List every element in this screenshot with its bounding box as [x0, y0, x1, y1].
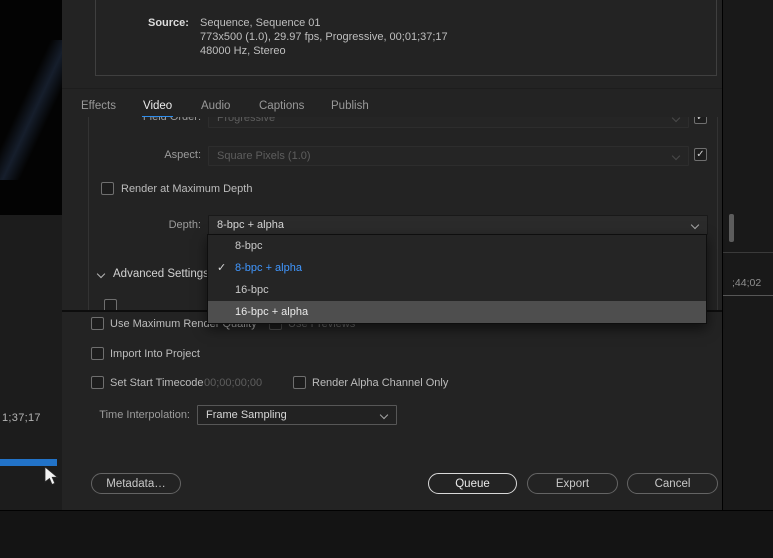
field-order-checkbox[interactable]: ✓	[694, 117, 707, 124]
ruler-timecode: ;44;02	[732, 277, 762, 289]
check-icon: ✓	[217, 262, 227, 274]
depth-dropdown[interactable]: 8-bpc + alpha	[208, 215, 708, 235]
time-interpolation-label: Time Interpolation:	[99, 409, 190, 421]
metadata-button[interactable]: Metadata…	[91, 473, 181, 494]
start-timecode-value: 00;00;00;00	[204, 377, 263, 389]
export-settings-dialog: Source: Sequence, Sequence 01 773x500 (1…	[62, 0, 722, 510]
timeline-scrollbar[interactable]	[0, 459, 57, 466]
import-into-project-label: Import Into Project	[110, 348, 200, 360]
time-interpolation-dropdown[interactable]: Frame Sampling	[197, 405, 397, 425]
tab-audio[interactable]: Audio	[200, 100, 231, 116]
export-button[interactable]: Export	[527, 473, 618, 494]
screen: 1;37;17 ;44;02 Source: Sequence, Sequenc…	[0, 0, 773, 558]
tabbar-divider	[62, 88, 722, 89]
timeline-timecode: 1;37;17	[2, 412, 41, 424]
field-order-dropdown: Progressive	[208, 117, 689, 128]
aspect-checkbox[interactable]: ✓	[694, 148, 707, 161]
depth-option-8bpc-alpha[interactable]: ✓ 8-bpc + alpha	[208, 257, 706, 279]
render-alpha-only-checkbox[interactable]	[293, 376, 306, 389]
field-order-label: Field Order:	[142, 117, 201, 123]
cancel-button[interactable]: Cancel	[627, 473, 718, 494]
depth-label: Depth:	[168, 219, 201, 231]
use-max-render-quality-checkbox[interactable]	[91, 317, 104, 330]
field-order-value: Progressive	[217, 117, 276, 124]
queue-button[interactable]: Queue	[428, 473, 517, 494]
check-icon: ✓	[696, 149, 705, 160]
time-interpolation-value: Frame Sampling	[206, 409, 287, 421]
timeline-bottom-strip	[0, 510, 773, 558]
depth-option-label: 16-bpc	[235, 284, 269, 296]
import-into-project-checkbox[interactable]	[91, 347, 104, 360]
timeline-right-edge: ;44;02	[722, 0, 773, 510]
chevron-down-icon	[379, 410, 389, 420]
depth-dropdown-value: 8-bpc + alpha	[217, 219, 284, 231]
program-monitor	[0, 0, 62, 215]
depth-option-8bpc[interactable]: 8-bpc	[208, 235, 706, 257]
aspect-dropdown: Square Pixels (1.0)	[208, 146, 689, 166]
render-max-depth-label: Render at Maximum Depth	[121, 183, 253, 195]
advanced-settings-header[interactable]: Advanced Settings	[113, 268, 209, 280]
aspect-value: Square Pixels (1.0)	[217, 150, 311, 162]
panel-divider	[723, 252, 773, 253]
tab-captions[interactable]: Captions	[258, 100, 305, 116]
tab-effects[interactable]: Effects	[80, 100, 117, 116]
aspect-label: Aspect:	[164, 149, 201, 161]
render-max-depth-checkbox[interactable]	[101, 182, 114, 195]
mouse-cursor	[44, 466, 59, 486]
set-start-timecode-checkbox[interactable]	[91, 376, 104, 389]
chevron-down-icon	[690, 220, 700, 230]
panel-divider	[723, 295, 773, 296]
timeline-left-edge: 1;37;17	[0, 215, 62, 510]
depth-option-label: 8-bpc + alpha	[235, 262, 302, 274]
check-icon: ✓	[696, 117, 705, 123]
source-line: 773x500 (1.0), 29.97 fps, Progressive, 0…	[200, 31, 448, 43]
tab-publish[interactable]: Publish	[330, 100, 370, 116]
depth-option-16bpc[interactable]: 16-bpc	[208, 279, 706, 301]
depth-option-16bpc-alpha[interactable]: 16-bpc + alpha	[208, 301, 706, 323]
chevron-down-icon	[671, 117, 681, 123]
source-line: 48000 Hz, Stereo	[200, 45, 286, 57]
source-label: Source:	[148, 17, 189, 29]
disclosure-chevron-icon[interactable]	[96, 269, 106, 279]
set-start-timecode-label: Set Start Timecode	[110, 377, 204, 389]
source-line: Sequence, Sequence 01	[200, 17, 321, 29]
depth-option-label: 8-bpc	[235, 240, 263, 252]
video-light-streak	[0, 40, 62, 180]
render-alpha-only-label: Render Alpha Channel Only	[312, 377, 449, 389]
vertical-scrollbar[interactable]	[729, 214, 734, 242]
depth-dropdown-menu: 8-bpc ✓ 8-bpc + alpha 16-bpc 16-bpc + al…	[207, 234, 707, 324]
chevron-down-icon	[671, 151, 681, 161]
clipped-checkbox[interactable]	[104, 299, 117, 310]
tab-video[interactable]: Video	[142, 100, 174, 118]
depth-option-label: 16-bpc + alpha	[235, 306, 309, 318]
